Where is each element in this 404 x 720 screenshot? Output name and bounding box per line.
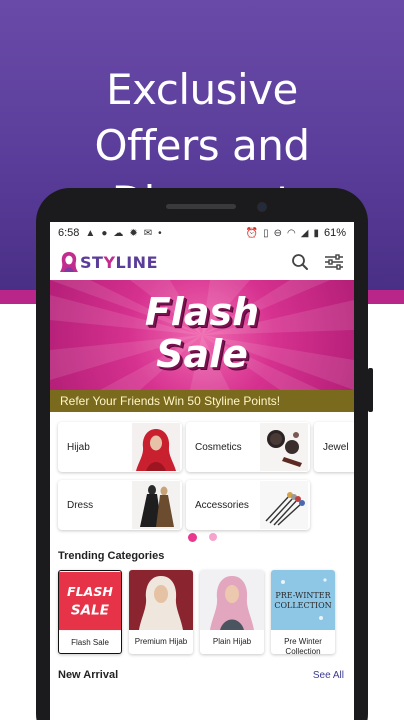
pre-winter-thumb-line-2: COLLECTION: [274, 601, 331, 610]
pre-winter-thumbnail: PRE-WINTER COLLECTION: [271, 570, 335, 630]
new-arrival-title: New Arrival: [58, 669, 119, 681]
category-card-jewelry[interactable]: Jewel: [314, 422, 354, 472]
filter-button[interactable]: [324, 252, 344, 272]
pre-winter-thumb-line-1: PRE-WINTER: [275, 591, 331, 600]
trending-item-premium-hijab[interactable]: Premium Hijab: [129, 570, 193, 654]
promo-line-1: Exclusive: [106, 65, 298, 114]
premium-hijab-thumbnail: [129, 570, 193, 630]
category-label: Cosmetics: [195, 441, 242, 453]
status-bar: 6:58 ▲ ● ☁ ✹ ✉ • ⏰ ▯ ⊖ ◠ ◢ ▮ 61%: [50, 222, 354, 244]
sliders-icon: [325, 254, 343, 270]
cloud-icon: ☁: [113, 227, 124, 239]
hijab-logo-icon: [60, 252, 78, 272]
flash-sale-banner[interactable]: Flash Sale: [50, 280, 354, 390]
new-arrival-header: New Arrival See All: [50, 664, 354, 686]
trending-list: FLASH SALE Flash Sale Premium Hijab Plai…: [50, 570, 354, 660]
dot-icon: •: [158, 227, 162, 239]
phone-frame: 6:58 ▲ ● ☁ ✹ ✉ • ⏰ ▯ ⊖ ◠ ◢ ▮ 61% STYLINE…: [36, 188, 373, 720]
trending-item-flash-sale[interactable]: FLASH SALE Flash Sale: [58, 570, 122, 654]
trending-label: Premium Hijab: [134, 637, 188, 646]
trending-label: Flash Sale: [71, 638, 109, 647]
category-card-cosmetics[interactable]: Cosmetics: [186, 422, 310, 472]
battery-icon: ▮: [313, 227, 319, 239]
hijab-photo: [132, 423, 180, 471]
banner-line-1: Flash: [144, 290, 260, 334]
wifi-icon: ◠: [287, 227, 296, 239]
category-card-accessories[interactable]: Accessories: [186, 480, 310, 530]
battery-level: 61%: [323, 227, 346, 239]
mail-icon: ✉: [143, 227, 153, 239]
category-grid: Hijab Cosmetics Jewel Dress Accessories: [50, 412, 354, 530]
pager-dot-active[interactable]: [187, 532, 197, 542]
see-all-link[interactable]: See All: [313, 670, 344, 681]
category-card-dress[interactable]: Dress: [58, 480, 182, 530]
flash-sale-thumb-line-1: FLASH: [67, 584, 113, 599]
styline-logo[interactable]: STYLINE: [60, 251, 158, 273]
flash-sale-thumb-line-2: SALE: [71, 603, 110, 619]
trending-item-plain-hijab[interactable]: Plain Hijab: [200, 570, 264, 654]
category-label: Accessories: [195, 499, 249, 511]
accessories-photo: [260, 481, 308, 529]
pager-dot[interactable]: [208, 533, 217, 541]
search-icon: [292, 254, 308, 270]
referral-bar[interactable]: Refer Your Friends Win 50 Styline Points…: [50, 390, 354, 412]
category-card-hijab[interactable]: Hijab: [58, 422, 182, 472]
phone-volume-button: [368, 368, 373, 412]
logo-wordmark: STYLINE: [80, 253, 158, 272]
status-time: 6:58: [58, 227, 80, 239]
flash-sale-thumbnail: FLASH SALE: [59, 571, 121, 631]
app-header: STYLINE: [50, 244, 354, 280]
signal-icon: ◢: [300, 227, 309, 239]
settings-icon: ✹: [129, 227, 138, 239]
search-button[interactable]: [290, 252, 310, 272]
logo-part-rest: LINE: [115, 252, 158, 272]
phone-speaker: [166, 204, 236, 209]
circle-icon: ●: [101, 227, 108, 239]
trending-item-pre-winter[interactable]: PRE-WINTER COLLECTION Pre Winter Collect…: [271, 570, 335, 654]
trending-label: Plain Hijab: [212, 637, 252, 646]
plain-hijab-thumbnail: [200, 570, 264, 630]
category-label: Hijab: [67, 441, 90, 453]
phone-camera: [257, 202, 267, 212]
category-label: Dress: [67, 499, 94, 511]
carousel-pager: [50, 530, 354, 544]
vibrate-icon: ▯: [263, 227, 269, 239]
minus-circle-icon: ⊖: [273, 227, 283, 239]
category-label: Jewel: [323, 441, 349, 453]
trending-label: Pre Winter Collection: [284, 637, 322, 654]
cosmetics-photo: [260, 423, 308, 471]
dress-photo: [132, 481, 180, 529]
logo-part-main: ST: [80, 252, 104, 272]
warning-icon: ▲: [85, 227, 96, 239]
app-screen: 6:58 ▲ ● ☁ ✹ ✉ • ⏰ ▯ ⊖ ◠ ◢ ▮ 61% STYLINE…: [50, 222, 354, 720]
logo-part-accent: Y: [103, 252, 116, 272]
banner-line-2: Sale: [156, 332, 248, 376]
trending-title: Trending Categories: [58, 550, 165, 562]
alarm-icon: ⏰: [245, 227, 259, 239]
